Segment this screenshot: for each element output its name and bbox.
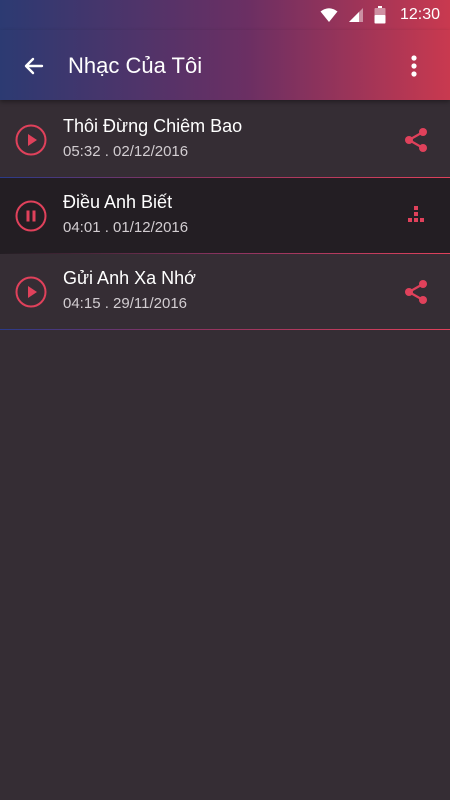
battery-icon [374, 6, 386, 24]
play-icon[interactable] [15, 276, 47, 308]
app-bar: Nhạc Của Tôi [0, 30, 450, 100]
share-icon [405, 280, 427, 304]
screen: 12:30 Nhạc Của Tôi Thôi Đừng Chiêm Bao 0… [0, 0, 450, 800]
song-list: Thôi Đừng Chiêm Bao 05:32 . 02/12/2016 Đ… [0, 102, 450, 330]
cellular-signal-icon [348, 8, 363, 22]
more-vert-icon [411, 55, 417, 77]
song-meta: 04:15 . 29/11/2016 [63, 295, 187, 312]
list-item[interactable]: Thôi Đừng Chiêm Bao 05:32 . 02/12/2016 [0, 102, 450, 178]
arrow-back-icon [24, 57, 44, 75]
page-title: Nhạc Của Tôi [68, 53, 203, 78]
list-item[interactable]: Gửi Anh Xa Nhớ 04:15 . 29/11/2016 [0, 254, 450, 330]
song-title: Điều Anh Biết [63, 192, 173, 212]
status-time: 12:30 [399, 6, 440, 23]
overflow-menu-button[interactable] [398, 50, 430, 82]
list-item[interactable]: Điều Anh Biết 04:01 . 01/12/2016 [0, 178, 450, 254]
song-title: Thôi Đừng Chiêm Bao [63, 116, 243, 136]
song-meta: 05:32 . 02/12/2016 [63, 143, 189, 160]
divider [0, 329, 450, 330]
song-title: Gửi Anh Xa Nhớ [63, 268, 196, 288]
equalizer-icon [408, 206, 424, 222]
play-icon[interactable] [15, 124, 47, 156]
status-bar: 12:30 [0, 0, 450, 30]
song-meta: 04:01 . 01/12/2016 [63, 219, 189, 236]
share-button[interactable] [402, 278, 430, 306]
wifi-icon [320, 8, 338, 22]
pause-icon[interactable] [15, 200, 47, 232]
share-button[interactable] [402, 126, 430, 154]
share-icon [405, 128, 427, 152]
status-icons: 12:30 [320, 5, 440, 25]
equalizer-button[interactable] [402, 202, 430, 230]
back-button[interactable] [18, 50, 50, 82]
